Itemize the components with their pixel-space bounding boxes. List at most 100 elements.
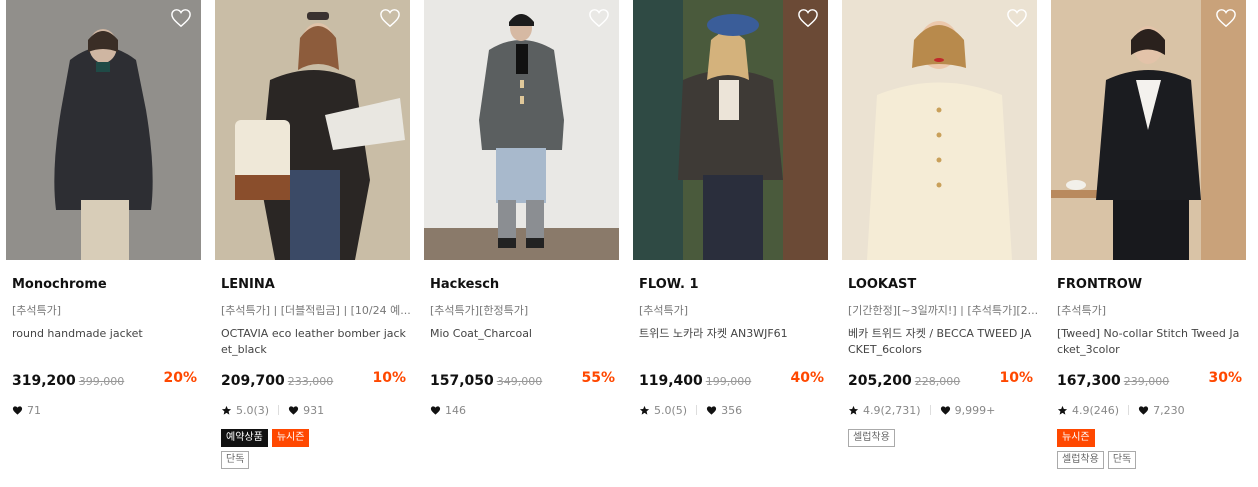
star-icon (639, 405, 650, 415)
product-card[interactable]: FRONTROW [추석특가] [Tweed] No-collar Stitch… (1051, 0, 1246, 469)
tag-row: 셀럽착용 단독 (1051, 451, 1246, 469)
product-meta: 4.9(2,731) 9,999+ (842, 403, 1037, 417)
like-count: 356 (721, 403, 743, 417)
tag-row: 셀럽착용 (842, 429, 1037, 447)
product-meta: 71 (6, 403, 201, 417)
product-name[interactable]: 베카 트위드 자켓 / BECCA TWEED JACKET_6colors (842, 326, 1037, 358)
product-card[interactable]: Hackesch [추석특가][한정특가] Mio Coat_Charcoal … (424, 0, 619, 417)
sale-price: 119,400 (639, 373, 703, 389)
brand-name[interactable]: FRONTROW (1051, 277, 1246, 293)
wishlist-heart-icon[interactable] (170, 8, 192, 28)
discount-rate: 20% (163, 370, 197, 386)
tag-celeb-worn: 셀럽착용 (1057, 451, 1104, 469)
like-count: 71 (27, 403, 41, 417)
brand-name[interactable]: LOOKAST (842, 277, 1037, 293)
price-row: 157,050 349,000 55% (424, 370, 619, 390)
star-icon (848, 405, 859, 415)
promo-text: [추석특가] (639, 304, 689, 316)
sale-price: 319,200 (12, 373, 76, 389)
product-name[interactable]: Mio Coat_Charcoal (424, 326, 619, 358)
original-price: 349,000 (496, 375, 543, 388)
discount-rate: 40% (790, 370, 824, 386)
price-row: 319,200 399,000 20% (6, 370, 201, 390)
product-name[interactable]: OCTAVIA eco leather bomber jacket_black (215, 326, 410, 358)
heart-filled-icon (1138, 405, 1149, 415)
discount-rate: 30% (1208, 370, 1242, 386)
rating-score: 4.9(246) (1072, 403, 1120, 417)
product-image[interactable] (6, 0, 201, 260)
product-name[interactable]: [Tweed] No-collar Stitch Tweed Jacket_3c… (1051, 326, 1246, 358)
promo-text: [추석특가][한정특가] (430, 304, 529, 316)
discount-rate: 10% (372, 370, 406, 386)
product-image[interactable] (215, 0, 410, 260)
wishlist-heart-icon[interactable] (379, 8, 401, 28)
wishlist-heart-icon[interactable] (588, 8, 610, 28)
product-image[interactable] (633, 0, 828, 260)
wishlist-heart-icon[interactable] (1006, 8, 1028, 28)
meta-divider (278, 405, 280, 415)
like-count: 931 (303, 403, 325, 417)
product-card[interactable]: Monochrome [추석특가] round handmade jacket … (6, 0, 201, 417)
discount-rate: 55% (581, 370, 615, 386)
tag-exclusive: 단독 (1107, 451, 1137, 469)
product-image[interactable] (424, 0, 619, 260)
like-count: 9,999+ (954, 403, 996, 417)
product-image[interactable] (842, 0, 1037, 260)
product-meta: 146 (424, 403, 619, 417)
rating-score: 4.9(2,731) (863, 403, 921, 417)
brand-name[interactable]: LENINA (215, 277, 410, 293)
meta-divider (1128, 405, 1130, 415)
sale-price: 157,050 (430, 373, 494, 389)
original-price: 239,000 (1123, 375, 1170, 388)
original-price: 233,000 (287, 375, 334, 388)
tag-exclusive: 단독 (221, 451, 250, 469)
product-image[interactable] (1051, 0, 1246, 260)
original-price: 228,000 (914, 375, 961, 388)
product-name[interactable]: round handmade jacket (6, 326, 201, 358)
sale-price: 209,700 (221, 373, 285, 389)
promo-text: [추석특가] (1057, 304, 1107, 316)
wishlist-heart-icon[interactable] (797, 8, 819, 28)
original-price: 199,000 (705, 375, 752, 388)
product-meta: 5.0(3) 931 (215, 403, 410, 417)
brand-name[interactable]: FLOW. 1 (633, 277, 828, 293)
badge-row: 뉴시즌 (1051, 429, 1246, 447)
tag-row: 단독 (215, 451, 410, 469)
badge-preorder: 예약상품 (221, 429, 268, 447)
heart-filled-icon (706, 405, 717, 415)
rating-score: 5.0(5) (654, 403, 688, 417)
heart-filled-icon (430, 405, 441, 415)
heart-filled-icon (940, 405, 950, 415)
brand-name[interactable]: Monochrome (6, 277, 201, 293)
discount-rate: 10% (999, 370, 1033, 386)
star-icon (221, 405, 232, 415)
price-row: 119,400 199,000 40% (633, 370, 828, 390)
price-row: 167,300 239,000 30% (1051, 370, 1246, 390)
original-price: 399,000 (78, 375, 125, 388)
product-meta: 5.0(5) 356 (633, 403, 828, 417)
like-count: 7,230 (1153, 403, 1185, 417)
product-grid: Monochrome [추석특가] round handmade jacket … (0, 0, 1258, 487)
product-card[interactable]: LENINA [추석특가] | [더블적립금] | [10/24 예... OC… (215, 0, 410, 469)
heart-filled-icon (288, 405, 299, 415)
promo-text: [기간한정][~3일까지!] | [추석특가][2... (848, 304, 1037, 316)
price-row: 209,700 233,000 10% (215, 370, 410, 390)
like-count: 146 (445, 403, 466, 417)
promo-text: [추석특가] (12, 304, 62, 316)
product-card[interactable]: FLOW. 1 [추석특가] 트위드 노카라 자켓 AN3WJF61 119,4… (633, 0, 828, 417)
sale-price: 205,200 (848, 373, 912, 389)
heart-filled-icon (12, 405, 23, 415)
meta-divider (929, 405, 931, 415)
product-name[interactable]: 트위드 노카라 자켓 AN3WJF61 (633, 326, 828, 358)
product-card[interactable]: LOOKAST [기간한정][~3일까지!] | [추석특가][2... 베카 … (842, 0, 1037, 447)
rating-score: 5.0(3) (236, 403, 270, 417)
price-row: 205,200 228,000 10% (842, 370, 1037, 390)
sale-price: 167,300 (1057, 373, 1121, 389)
badge-row: 예약상품 뉴시즌 (215, 429, 410, 447)
tag-celeb-worn: 셀럽착용 (848, 429, 895, 447)
badge-new-season: 뉴시즌 (1057, 429, 1095, 447)
meta-divider (696, 405, 698, 415)
brand-name[interactable]: Hackesch (424, 277, 619, 293)
promo-text: [추석특가] | [더블적립금] | [10/24 예... (221, 304, 410, 316)
wishlist-heart-icon[interactable] (1215, 8, 1237, 28)
